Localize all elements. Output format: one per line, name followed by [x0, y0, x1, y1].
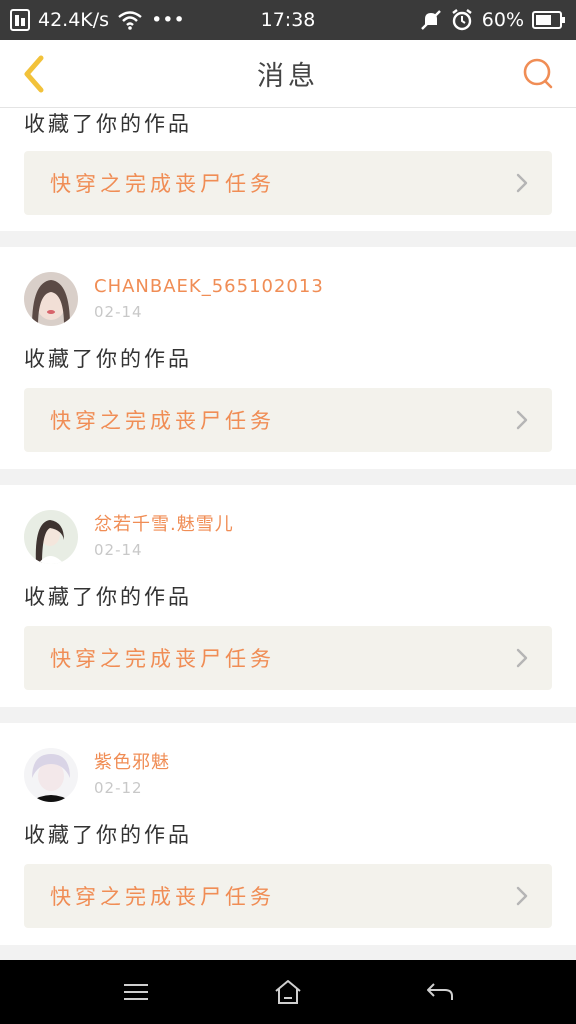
- avatar[interactable]: [24, 748, 78, 802]
- user-row[interactable]: CHANBAEK_565102013 02-14: [24, 271, 324, 327]
- chevron-right-icon: [516, 173, 528, 193]
- wifi-icon: [117, 10, 143, 30]
- sim-icon: [10, 9, 30, 31]
- message-action: 收藏了你的作品: [24, 823, 192, 847]
- message-card: 紫色邪魅 02-12 收藏了你的作品 快穿之完成丧尸任务: [0, 723, 576, 945]
- page-title: 消息: [257, 61, 319, 92]
- home-icon: [275, 980, 301, 1004]
- search-icon: [523, 58, 553, 89]
- status-bar: 42.4K/s ••• 17:38 60%: [0, 0, 576, 40]
- message-date: 02-12: [94, 779, 143, 797]
- user-row[interactable]: 忿若千雪.魅雪儿 02-14: [24, 509, 234, 565]
- username[interactable]: 紫色邪魅: [94, 751, 170, 775]
- message-list[interactable]: 收藏了你的作品 快穿之完成丧尸任务 CHANBAEK_565102013 02-…: [0, 108, 576, 960]
- message-card: CHANBAEK_565102013 02-14 收藏了你的作品 快穿之完成丧尸…: [0, 247, 576, 469]
- work-title: 快穿之完成丧尸任务: [50, 409, 275, 433]
- avatar[interactable]: [24, 272, 78, 326]
- network-speed: 42.4K/s: [38, 9, 110, 31]
- user-row[interactable]: 紫色邪魅 02-12: [24, 747, 170, 803]
- message-action: 收藏了你的作品: [24, 585, 192, 609]
- work-link[interactable]: 快穿之完成丧尸任务: [24, 151, 552, 215]
- work-title: 快穿之完成丧尸任务: [50, 172, 275, 196]
- system-back-button[interactable]: [410, 962, 470, 1022]
- work-link[interactable]: 快穿之完成丧尸任务: [24, 864, 552, 928]
- message-action: 收藏了你的作品: [24, 112, 192, 136]
- return-icon: [427, 983, 453, 1000]
- message-date: 02-14: [94, 303, 143, 321]
- message-card: 忿若千雪.魅雪儿 02-14 收藏了你的作品 快穿之完成丧尸任务: [0, 485, 576, 707]
- menu-button[interactable]: [106, 962, 166, 1022]
- message-card: 收藏了你的作品 快穿之完成丧尸任务: [0, 108, 576, 231]
- battery-level: 60%: [481, 9, 524, 31]
- more-indicator: •••: [151, 9, 185, 31]
- username[interactable]: CHANBAEK_565102013: [94, 275, 324, 299]
- top-app-bar: 消息: [0, 40, 576, 108]
- back-button[interactable]: [14, 52, 54, 96]
- avatar[interactable]: [24, 510, 78, 564]
- chevron-left-icon: [24, 55, 44, 93]
- username[interactable]: 忿若千雪.魅雪儿: [94, 513, 234, 537]
- chevron-right-icon: [516, 648, 528, 668]
- system-nav-bar: [0, 960, 576, 1024]
- work-title: 快穿之完成丧尸任务: [50, 647, 275, 671]
- work-title: 快穿之完成丧尸任务: [50, 885, 275, 909]
- home-button[interactable]: [258, 962, 318, 1022]
- chevron-right-icon: [516, 886, 528, 906]
- alarm-icon: [450, 8, 474, 32]
- message-date: 02-14: [94, 541, 143, 559]
- work-link[interactable]: 快穿之完成丧尸任务: [24, 388, 552, 452]
- menu-icon: [124, 984, 148, 1000]
- mute-icon: [420, 9, 442, 31]
- search-button[interactable]: [520, 56, 556, 92]
- message-action: 收藏了你的作品: [24, 347, 192, 371]
- battery-icon: [532, 11, 566, 29]
- work-link[interactable]: 快穿之完成丧尸任务: [24, 626, 552, 690]
- chevron-right-icon: [516, 410, 528, 430]
